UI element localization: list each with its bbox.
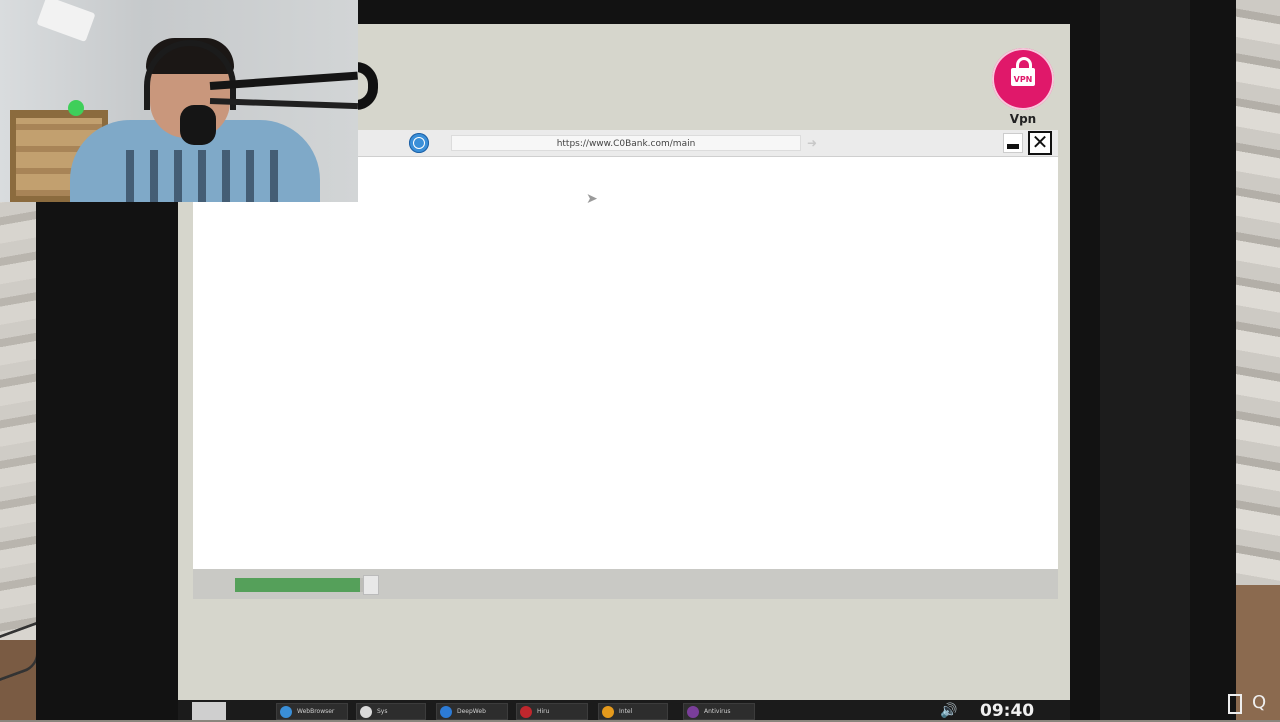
browser-icon — [280, 706, 292, 718]
url-bar[interactable]: https://www.C0Bank.com/main — [451, 135, 801, 151]
browser-content-area[interactable]: ➤ — [193, 157, 1058, 569]
start-button[interactable] — [192, 702, 226, 720]
taskbar-item-label: Hiru — [537, 708, 550, 715]
globe-icon — [409, 133, 429, 153]
monitor-icon — [440, 706, 452, 718]
mouse-cursor-icon: ➤ — [586, 191, 598, 207]
green-ball — [68, 100, 84, 116]
taskbar-item-webbrowser[interactable]: WebBrowser — [276, 703, 348, 720]
webcam-overlay — [0, 0, 358, 202]
monitor-bezel-side — [1100, 0, 1190, 720]
door-icon[interactable] — [1228, 694, 1242, 714]
search-icon[interactable]: Q — [1252, 692, 1266, 713]
minimize-button[interactable] — [1003, 133, 1023, 153]
orange-app-icon — [602, 706, 614, 718]
speaker-icon[interactable]: 🔊 — [940, 703, 957, 720]
taskbar-item-intel[interactable]: Intel — [598, 703, 668, 720]
taskbar-item-hiru[interactable]: Hiru — [516, 703, 588, 720]
close-button[interactable]: ✕ — [1028, 131, 1052, 155]
taskbar-item-label: Antivirus — [704, 708, 731, 715]
system-icon — [360, 706, 372, 718]
taskbar-item-label: Intel — [619, 708, 633, 715]
taskbar-item-sys[interactable]: Sys — [356, 703, 426, 720]
progress-handle — [363, 575, 379, 595]
taskbar-clock: 09:40 — [980, 701, 1035, 721]
taskbar-item-label: DeepWeb — [457, 708, 486, 715]
vpn-icon-label[interactable]: Vpn — [1006, 112, 1040, 126]
red-app-icon — [520, 706, 532, 718]
browser-status-bar — [193, 569, 1058, 599]
arrow-right-icon[interactable]: ➜ — [807, 135, 823, 151]
taskbar-item-antivirus[interactable]: Antivirus — [683, 703, 755, 720]
microphone-icon — [180, 105, 216, 145]
taskbar: WebBrowser Sys DeepWeb Hiru Intel Antivi… — [178, 700, 1070, 721]
jersey-stripes — [110, 150, 280, 202]
loading-progress-bar — [235, 578, 367, 592]
taskbar-item-label: Sys — [377, 708, 388, 715]
loading-progress-fill — [235, 578, 361, 592]
taskbar-item-deepweb[interactable]: DeepWeb — [436, 703, 508, 720]
vpn-badge-text: VPN — [1013, 75, 1033, 84]
vpn-desktop-icon[interactable]: VPN — [992, 48, 1054, 110]
shield-icon — [687, 706, 699, 718]
taskbar-item-label: WebBrowser — [297, 708, 335, 715]
